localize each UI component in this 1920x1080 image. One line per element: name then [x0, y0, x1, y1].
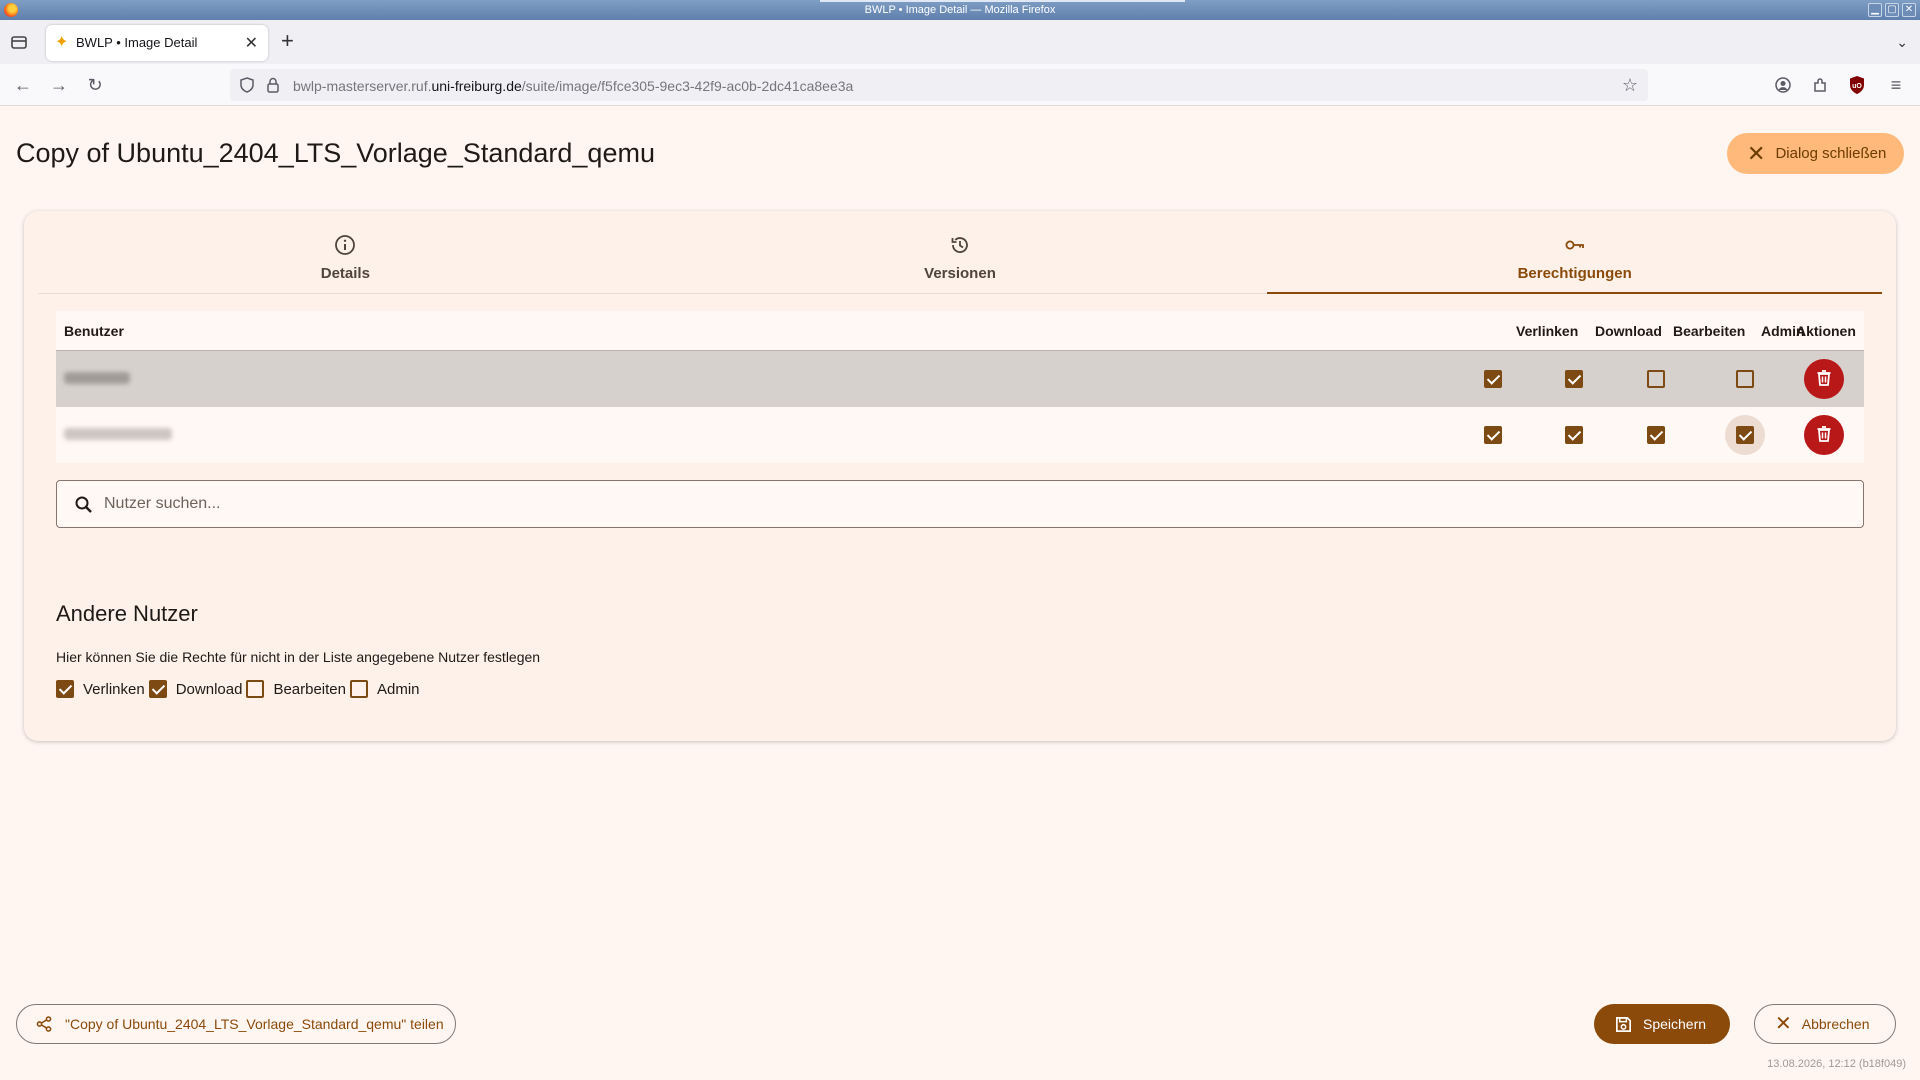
save-button[interactable]: Speichern: [1594, 1004, 1730, 1044]
menu-hamburger-icon[interactable]: ≡: [1885, 74, 1907, 96]
page-title: Copy of Ubuntu_2404_LTS_Vorlage_Standard…: [16, 138, 655, 168]
bookmark-star-icon[interactable]: ☆: [1622, 75, 1638, 96]
back-icon[interactable]: ←: [12, 74, 34, 96]
trash-icon: [1817, 369, 1831, 386]
user-search-input[interactable]: [104, 493, 1804, 515]
other-users-description: Hier können Sie die Rechte für nicht in …: [56, 649, 541, 665]
user-name-redacted: [64, 428, 172, 440]
cancel-label: Abbrechen: [1801, 1016, 1870, 1032]
column-header-edit: Bearbeiten: [1673, 323, 1746, 339]
tab-details[interactable]: Details: [38, 211, 653, 293]
download-checkbox[interactable]: [1565, 370, 1583, 388]
title-bar-highlight: [820, 0, 1185, 2]
checkbox-box: [350, 680, 368, 698]
firefox-logo-icon: [4, 3, 18, 17]
other-download-checkbox[interactable]: [148, 680, 167, 698]
cancel-button[interactable]: ✕ Abbrechen: [1754, 1004, 1896, 1044]
other-admin-checkbox[interactable]: [350, 680, 368, 698]
list-all-tabs-icon[interactable]: [10, 33, 28, 51]
tab-versions-label: Versionen: [924, 265, 996, 282]
tracking-shield-icon[interactable]: [238, 76, 256, 94]
svg-text:uO: uO: [1852, 83, 1862, 90]
share-icon: [36, 1016, 52, 1032]
close-tab-icon[interactable]: ✕: [245, 33, 258, 53]
table-row: [56, 351, 1864, 407]
table-header: Benutzer Verlinken Download Bearbeiten A…: [56, 311, 1864, 351]
trash-icon: [1817, 425, 1831, 442]
bwlp-favicon-icon: ✦: [55, 34, 69, 51]
new-tab-icon[interactable]: +: [281, 30, 294, 52]
tab-permissions[interactable]: Berechtigungen: [1267, 211, 1882, 294]
history-icon: [951, 237, 968, 253]
other-users-permissions: Verlinken Download Bearbeiten Admin: [56, 680, 424, 698]
url-bar[interactable]: bwlp-masterserver.ruf.uni-freiburg.de/su…: [230, 69, 1648, 101]
tab-details-label: Details: [320, 265, 370, 282]
checkbox-box: [246, 680, 265, 698]
lock-icon[interactable]: [264, 76, 282, 94]
close-window-icon[interactable]: ✕: [1902, 3, 1916, 17]
extensions-icon[interactable]: [1811, 76, 1829, 94]
browser-nav-bar: ← → ↻ bwlp-masterserver.ruf.uni-freiburg…: [0, 64, 1920, 106]
admin-checkbox[interactable]: [1736, 370, 1754, 388]
checkbox-box: [56, 680, 74, 698]
tab-versions[interactable]: Versionen: [653, 211, 1268, 293]
other-link-checkbox[interactable]: [56, 680, 74, 698]
column-header-link: Verlinken: [1516, 323, 1579, 339]
table-row: [56, 407, 1864, 463]
account-icon[interactable]: [1774, 76, 1792, 94]
column-header-actions: Aktionen: [1796, 323, 1856, 339]
save-label: Speichern: [1643, 1016, 1707, 1032]
column-header-user: Benutzer: [64, 323, 124, 339]
delete-user-button[interactable]: [1804, 359, 1844, 399]
ublock-origin-icon[interactable]: uO: [1848, 75, 1866, 95]
permissions-table: Benutzer Verlinken Download Bearbeiten A…: [56, 311, 1864, 463]
build-version-text: 13.08.2026, 12:12 (b18f049): [1767, 1058, 1906, 1070]
window-title-bar: BWLP • Image Detail — Mozilla Firefox ▁ …: [0, 0, 1920, 20]
user-name-redacted: [64, 372, 130, 384]
download-checkbox[interactable]: [1565, 426, 1583, 444]
forward-icon[interactable]: →: [48, 74, 70, 96]
close-dialog-button[interactable]: ✕ Dialog schließen: [1727, 133, 1904, 174]
reload-icon[interactable]: ↻: [84, 74, 106, 96]
window-title: BWLP • Image Detail — Mozilla Firefox: [864, 4, 1056, 16]
url-text[interactable]: bwlp-masterserver.ruf.uni-freiburg.de/su…: [293, 78, 853, 94]
other-edit-checkbox[interactable]: [246, 680, 265, 698]
link-checkbox[interactable]: [1484, 370, 1502, 388]
tab-permissions-label: Berechtigungen: [1517, 265, 1632, 282]
link-checkbox[interactable]: [1484, 426, 1502, 444]
save-icon: [1615, 1016, 1632, 1032]
other-edit-label[interactable]: Bearbeiten: [273, 681, 346, 698]
edit-checkbox[interactable]: [1647, 370, 1665, 388]
edit-checkbox[interactable]: [1647, 426, 1665, 444]
admin-checkbox[interactable]: [1736, 426, 1754, 444]
user-search-field[interactable]: [56, 480, 1864, 528]
browser-tab[interactable]: ✦ BWLP • Image Detail ✕: [46, 25, 268, 61]
browser-tab-strip: ✦ BWLP • Image Detail ✕ + ⌄: [0, 20, 1920, 64]
close-icon: ✕: [1775, 1013, 1792, 1035]
close-icon: ✕: [1747, 140, 1766, 166]
image-detail-card: Details Versionen Berechtigungen Benutze…: [24, 211, 1896, 741]
delete-user-button[interactable]: [1804, 415, 1844, 455]
other-download-label[interactable]: Download: [176, 681, 243, 698]
tab-overflow-chevron-icon[interactable]: ⌄: [1896, 34, 1908, 51]
checkbox-box: [148, 680, 167, 698]
info-icon: [335, 235, 356, 255]
other-admin-label[interactable]: Admin: [377, 681, 420, 698]
share-label: "Copy of Ubuntu_2404_LTS_Vorlage_Standar…: [65, 1016, 444, 1032]
window-controls: ▁ ▢ ✕: [1868, 3, 1916, 17]
close-dialog-label: Dialog schließen: [1775, 145, 1887, 162]
other-link-label[interactable]: Verlinken: [83, 681, 145, 698]
maximize-icon[interactable]: ▢: [1885, 3, 1899, 17]
detail-tabs: Details Versionen Berechtigungen: [38, 211, 1882, 294]
share-button[interactable]: "Copy of Ubuntu_2404_LTS_Vorlage_Standar…: [16, 1004, 456, 1044]
browser-tab-label: BWLP • Image Detail: [76, 35, 198, 50]
minimize-icon[interactable]: ▁: [1868, 3, 1882, 17]
key-icon: [1565, 240, 1584, 250]
column-header-download: Download: [1595, 323, 1662, 339]
search-icon: [75, 496, 92, 513]
other-users-heading: Andere Nutzer: [56, 601, 198, 626]
